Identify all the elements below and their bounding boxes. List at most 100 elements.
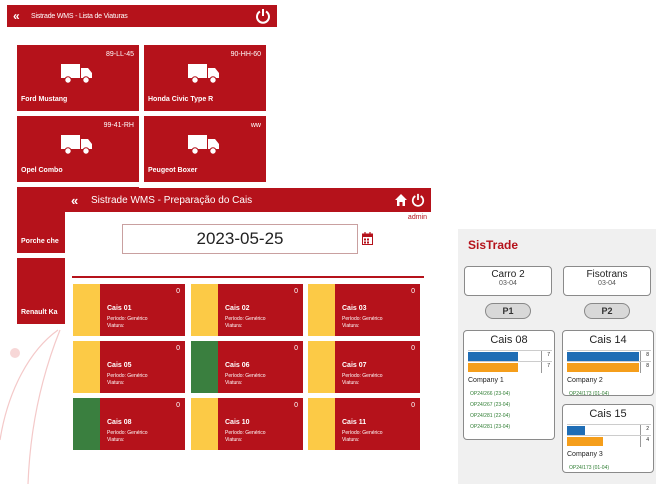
capacity-value: 8 <box>646 352 649 358</box>
capacity-bar: 7 <box>468 350 552 362</box>
dock-period: Período: Genérico <box>107 430 148 436</box>
home-icon[interactable] <box>394 193 408 207</box>
capacity-value: 8 <box>646 363 649 369</box>
back-icon[interactable]: « <box>71 193 91 208</box>
bar-separator <box>640 362 641 373</box>
dock-period: Período: Genérico <box>342 430 383 436</box>
bar-separator <box>541 362 542 373</box>
dock-name: Cais 05 <box>107 362 132 369</box>
order-item[interactable]: OP24/281 (22-04) <box>470 413 510 419</box>
dock-period: Período: Genérico <box>225 373 266 379</box>
truck-icon <box>188 64 219 84</box>
capacity-bars: 77 <box>468 350 552 373</box>
dock-status-strip <box>191 341 218 393</box>
date-field[interactable]: 2023-05-25 <box>122 224 358 254</box>
company-name: Company 3 <box>567 451 603 458</box>
vehicle-plate: 99-41-RH <box>103 122 134 129</box>
order-item[interactable]: OP24/266 (23-04) <box>470 391 510 397</box>
dock-tile[interactable]: 0 Cais 02 Período: Genérico Viatura: <box>191 284 303 336</box>
back-icon[interactable]: « <box>13 9 31 23</box>
dock-prep-header: « Sistrade WMS - Preparação do Cais <box>65 188 431 212</box>
calendar-icon[interactable] <box>362 232 373 245</box>
dock-vehicle: Viatura: <box>225 380 243 386</box>
vehicle-card[interactable]: Carro 2 03-04 <box>464 266 552 296</box>
divider <box>72 276 424 278</box>
dock-tile[interactable]: 0 Cais 11 Período: Genérico Viatura: <box>308 398 420 450</box>
truck-icon <box>61 64 92 84</box>
power-icon[interactable] <box>255 8 271 24</box>
dock-count: 0 <box>176 402 180 409</box>
dock-count: 0 <box>294 288 298 295</box>
dock-status-strip <box>73 284 100 336</box>
dock-tile[interactable]: 0 Cais 01 Período: Genérico Viatura: <box>73 284 185 336</box>
dock-card[interactable]: Cais 14 8 8 Company 2 OP24/173 (01-04) <box>562 330 654 397</box>
capacity-bar: 4 <box>567 435 651 447</box>
dock-vehicle: Viatura: <box>107 380 125 386</box>
dock-card-title: Cais 08 <box>490 334 528 346</box>
vehicle-tile[interactable]: ww Peugeot Boxer <box>144 116 266 182</box>
dock-name: Cais 06 <box>225 362 250 369</box>
vehicle-list-title: Sistrade WMS - Lista de Viaturas <box>31 12 128 20</box>
dock-period: Período: Genérico <box>225 430 266 436</box>
dock-card[interactable]: Cais 15 2 4 Company 3 OP24/173 (01-04) <box>562 404 654 473</box>
dock-name: Cais 11 <box>342 419 367 426</box>
capacity-fill <box>567 437 603 446</box>
dock-period: Período: Genérico <box>225 316 266 322</box>
dock-tile[interactable]: 0 Cais 03 Período: Genérico Viatura: <box>308 284 420 336</box>
dock-status-strip <box>73 341 100 393</box>
vehicle-name: Honda Civic Type R <box>148 96 214 103</box>
user-label: admin <box>407 214 427 221</box>
vehicle-plate: ww <box>250 122 261 129</box>
dock-vehicle: Viatura: <box>342 437 360 443</box>
dock-period: Período: Genérico <box>107 316 148 322</box>
dock-card-title: Cais 15 <box>589 408 627 420</box>
dock-count: 0 <box>294 345 298 352</box>
bar-separator <box>640 436 641 447</box>
vehicle-tile[interactable]: 99-41-RH Opel Combo <box>17 116 139 182</box>
dock-vehicle: Viatura: <box>342 323 360 329</box>
vehicle-tile[interactable]: 89-LL-45 Ford Mustang <box>17 45 139 111</box>
vehicle-tile[interactable]: 90-HH-60 Honda Civic Type R <box>144 45 266 111</box>
p1-button[interactable]: P1 <box>485 303 531 319</box>
vehicle-card[interactable]: Fisotrans 03-04 <box>563 266 651 296</box>
dock-tile[interactable]: 0 Cais 05 Período: Genérico Viatura: <box>73 341 185 393</box>
capacity-value: 7 <box>547 352 550 358</box>
dock-count: 0 <box>176 345 180 352</box>
vehicle-date: 03-04 <box>598 280 616 287</box>
dock-status-strip <box>308 398 335 450</box>
dock-count: 0 <box>294 402 298 409</box>
power-icon[interactable] <box>411 193 425 207</box>
capacity-bars: 24 <box>567 424 651 447</box>
order-item[interactable]: OP24/173 (01-04) <box>569 465 609 471</box>
dock-card[interactable]: Cais 08 7 7 Company 1 OP24/266 (23-04) OP24/2… <box>463 330 555 440</box>
dock-name: Cais 08 <box>107 419 132 426</box>
dock-count: 0 <box>411 288 415 295</box>
p2-button[interactable]: P2 <box>584 303 630 319</box>
order-item[interactable]: OP24/281 (23-04) <box>470 424 510 430</box>
dock-period: Período: Genérico <box>342 316 383 322</box>
vehicle-title: Fisotrans <box>586 269 628 280</box>
dock-tile[interactable]: 0 Cais 06 Período: Genérico Viatura: <box>191 341 303 393</box>
vehicle-name: Porche che <box>21 238 59 245</box>
dock-card-title: Cais 14 <box>589 334 627 346</box>
dock-count: 0 <box>411 345 415 352</box>
order-item[interactable]: OP24/173 (01-04) <box>569 391 609 397</box>
dock-name: Cais 02 <box>225 305 250 312</box>
dock-tile[interactable]: 0 Cais 07 Período: Genérico Viatura: <box>308 341 420 393</box>
capacity-value: 7 <box>547 363 550 369</box>
brand-logo: SisTrade <box>468 238 519 252</box>
company-name: Company 1 <box>468 377 504 384</box>
dock-name: Cais 10 <box>225 419 250 426</box>
vehicle-plate: 90-HH-60 <box>230 51 261 58</box>
dock-status-strip <box>191 398 218 450</box>
dock-status-strip <box>73 398 100 450</box>
vehicle-name: Ford Mustang <box>21 96 68 103</box>
order-item[interactable]: OP24/267 (23-04) <box>470 402 510 408</box>
dock-tile[interactable]: 0 Cais 08 Período: Genérico Viatura: <box>73 398 185 450</box>
vehicle-name: Opel Combo <box>21 167 63 174</box>
dock-name: Cais 07 <box>342 362 367 369</box>
dock-preparation-screen: « Sistrade WMS - Preparação do Cais admi… <box>65 188 431 458</box>
capacity-bar: 7 <box>468 361 552 373</box>
dock-tile[interactable]: 0 Cais 10 Período: Genérico Viatura: <box>191 398 303 450</box>
vehicle-name: Renault Ka <box>21 309 58 316</box>
